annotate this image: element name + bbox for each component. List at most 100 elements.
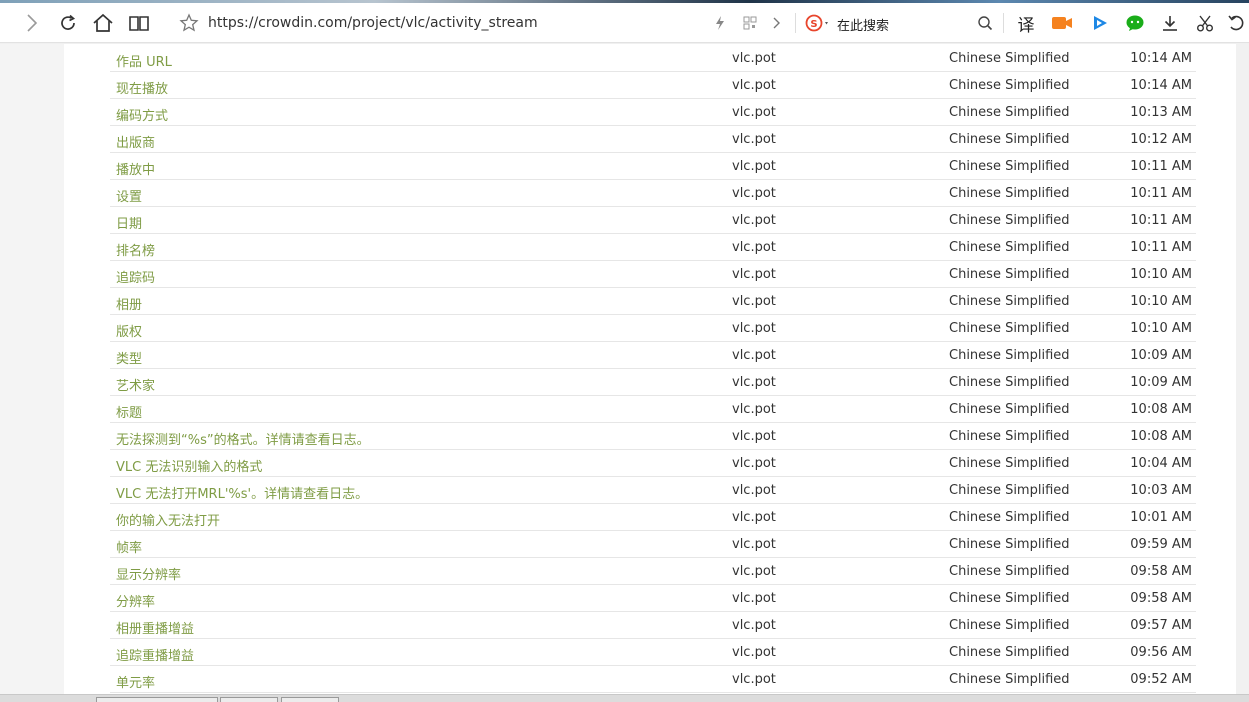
translation-link[interactable]: 追踪重播增益 <box>116 645 194 664</box>
translation-link[interactable]: 标题 <box>116 402 142 421</box>
reader-mode-button[interactable] <box>124 3 154 43</box>
translation-link[interactable]: VLC 无法识别输入的格式 <box>116 456 262 475</box>
file-name: vlc.pot <box>732 159 776 174</box>
next-button[interactable] <box>764 3 788 43</box>
screenshot-cut-button[interactable] <box>1190 3 1220 43</box>
language-name: Chinese Simplified <box>949 213 1070 228</box>
timestamp: 10:03 AM <box>1130 483 1192 498</box>
translate-label: 译 <box>1017 15 1035 36</box>
page-scrollbar[interactable] <box>1236 44 1249 694</box>
page-viewport: 作品 URL vlc.pot Chinese Simplified 10:14 AM 现… <box>0 44 1249 694</box>
translation-link[interactable]: 播放中 <box>116 159 155 178</box>
file-name: vlc.pot <box>732 510 776 525</box>
translation-link[interactable]: 设置 <box>116 186 142 205</box>
translation-link[interactable]: 追踪码 <box>116 267 155 286</box>
translation-link[interactable]: 帧率 <box>116 537 142 556</box>
language-name: Chinese Simplified <box>949 591 1070 606</box>
language-name: Chinese Simplified <box>949 240 1070 255</box>
activity-row: 追踪码 vlc.pot Chinese Simplified 10:10 AM <box>110 261 1196 288</box>
translation-link[interactable]: 相册 <box>116 294 142 313</box>
language-name: Chinese Simplified <box>949 375 1070 390</box>
activity-row: 标题 vlc.pot Chinese Simplified 10:08 AM <box>110 396 1196 423</box>
file-name: vlc.pot <box>732 132 776 147</box>
reload-button[interactable] <box>53 3 83 43</box>
file-name: vlc.pot <box>732 240 776 255</box>
translation-link[interactable]: 编码方式 <box>116 105 168 124</box>
translation-link[interactable]: 艺术家 <box>116 375 155 394</box>
translation-link[interactable]: 出版商 <box>116 132 155 151</box>
search-engine-selector[interactable]: S <box>802 3 834 43</box>
file-name: vlc.pot <box>732 267 776 282</box>
undo-button[interactable] <box>1222 3 1249 43</box>
language-name: Chinese Simplified <box>949 483 1070 498</box>
search-input[interactable]: 在此搜索 <box>837 15 889 34</box>
home-button[interactable] <box>88 3 118 43</box>
sogou-icon: S <box>805 14 831 32</box>
translation-link[interactable]: 日期 <box>116 213 142 232</box>
timestamp: 10:08 AM <box>1130 429 1192 444</box>
video-button[interactable] <box>1047 3 1077 43</box>
timestamp: 10:09 AM <box>1130 348 1192 363</box>
activity-row: 播放中 vlc.pot Chinese Simplified 10:11 AM <box>110 153 1196 180</box>
activity-row: 单元率 vlc.pot Chinese Simplified 09:52 AM <box>110 666 1196 693</box>
language-name: Chinese Simplified <box>949 402 1070 417</box>
file-name: vlc.pot <box>732 105 776 120</box>
language-name: Chinese Simplified <box>949 456 1070 471</box>
forward-button[interactable] <box>17 3 47 43</box>
timestamp: 10:10 AM <box>1130 294 1192 309</box>
timestamp: 10:12 AM <box>1130 132 1192 147</box>
language-name: Chinese Simplified <box>949 321 1070 336</box>
qr-code-icon <box>743 16 757 30</box>
timestamp: 10:11 AM <box>1130 186 1192 201</box>
address-bar[interactable]: https://crowdin.com/project/vlc/activity… <box>170 8 790 38</box>
translation-link[interactable]: 单元率 <box>116 672 155 691</box>
search-icon <box>977 15 993 31</box>
taskbar-item[interactable] <box>281 697 339 702</box>
language-name: Chinese Simplified <box>949 78 1070 93</box>
translation-link[interactable]: 版权 <box>116 321 142 340</box>
search-button[interactable] <box>970 3 1000 43</box>
activity-row: 作品 URL vlc.pot Chinese Simplified 10:14 AM <box>110 45 1196 72</box>
timestamp: 10:11 AM <box>1130 240 1192 255</box>
file-name: vlc.pot <box>732 186 776 201</box>
file-name: vlc.pot <box>732 672 776 687</box>
translation-link[interactable]: 分辨率 <box>116 591 155 610</box>
speed-button[interactable] <box>709 3 731 43</box>
translation-link[interactable]: 显示分辨率 <box>116 564 181 583</box>
translation-link[interactable]: 排名榜 <box>116 240 155 259</box>
language-name: Chinese Simplified <box>949 132 1070 147</box>
activity-row: 分辨率 vlc.pot Chinese Simplified 09:58 AM <box>110 585 1196 612</box>
scissors-icon <box>1196 14 1214 32</box>
translation-link[interactable]: 类型 <box>116 348 142 367</box>
taskbar-item[interactable] <box>220 697 278 702</box>
translation-link[interactable]: 无法探测到“%s”的格式。详情请查看日志。 <box>116 429 370 448</box>
activity-row: 编码方式 vlc.pot Chinese Simplified 10:13 AM <box>110 99 1196 126</box>
play-button[interactable] <box>1085 3 1115 43</box>
language-name: Chinese Simplified <box>949 564 1070 579</box>
translation-link[interactable]: 你的输入无法打开 <box>116 510 220 529</box>
translation-link[interactable]: 相册重播增益 <box>116 618 194 637</box>
timestamp: 10:04 AM <box>1130 456 1192 471</box>
language-name: Chinese Simplified <box>949 294 1070 309</box>
chevron-right-icon <box>771 16 781 30</box>
timestamp: 10:01 AM <box>1130 510 1192 525</box>
reload-icon <box>58 13 78 33</box>
translation-link[interactable]: VLC 无法打开MRL'%s'。详情请查看日志。 <box>116 483 368 502</box>
taskbar-item[interactable] <box>96 697 218 702</box>
favorite-button[interactable] <box>174 3 204 43</box>
qr-code-button[interactable] <box>738 3 762 43</box>
url-text: https://crowdin.com/project/vlc/activity… <box>208 15 538 31</box>
language-name: Chinese Simplified <box>949 510 1070 525</box>
language-name: Chinese Simplified <box>949 348 1070 363</box>
activity-row: 现在播放 vlc.pot Chinese Simplified 10:14 AM <box>110 72 1196 99</box>
translation-link[interactable]: 现在播放 <box>116 78 168 97</box>
download-button[interactable] <box>1155 3 1185 43</box>
language-name: Chinese Simplified <box>949 159 1070 174</box>
timestamp: 10:10 AM <box>1130 267 1192 282</box>
activity-row: 类型 vlc.pot Chinese Simplified 10:09 AM <box>110 342 1196 369</box>
timestamp: 09:56 AM <box>1130 645 1192 660</box>
language-name: Chinese Simplified <box>949 672 1070 687</box>
translate-button[interactable]: 译 <box>1011 3 1041 43</box>
translation-link[interactable]: 作品 URL <box>116 51 172 70</box>
wechat-button[interactable] <box>1120 3 1150 43</box>
